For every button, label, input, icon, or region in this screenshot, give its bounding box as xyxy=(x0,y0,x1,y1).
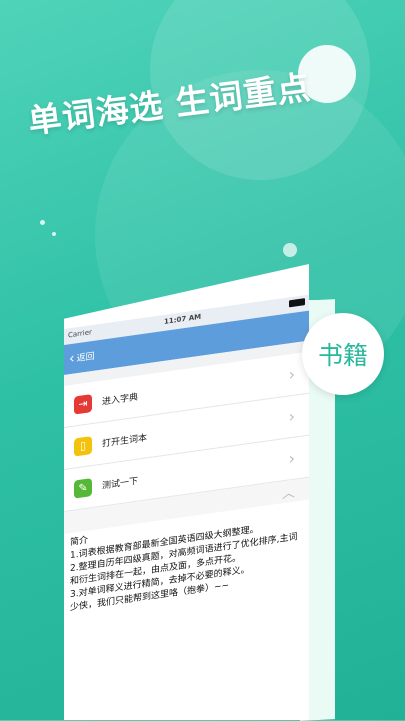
decor-dot xyxy=(52,232,56,236)
menu-list: ⇥ 进入字典 › ▯ 打开生词本 › ✎ 测试一下 › ︿ 简介 1.词表根据教… xyxy=(64,351,309,636)
book-badge: 书籍 xyxy=(302,313,384,395)
chevron-right-icon: › xyxy=(288,364,295,385)
decor-dot xyxy=(40,220,45,225)
notebook-icon: ▯ xyxy=(74,435,92,457)
decor-bubble xyxy=(283,243,297,257)
phone-screen: Carrier 11:07 AM ‹ 返回 ⇥ 进入字典 › ▯ 打开生词本 › xyxy=(64,264,309,720)
menu-item-label: 测试一下 xyxy=(102,476,139,492)
chevron-right-icon: › xyxy=(288,406,295,427)
chevron-right-icon: › xyxy=(288,448,295,469)
pencil-icon: ✎ xyxy=(74,477,92,499)
chevron-up-icon: ︿ xyxy=(281,485,295,503)
chevron-left-icon: ‹ xyxy=(69,350,75,367)
carrier-label: Carrier xyxy=(68,328,92,340)
back-label: 返回 xyxy=(76,351,95,365)
back-button[interactable]: ‹ 返回 xyxy=(69,349,95,367)
dictionary-icon: ⇥ xyxy=(74,393,92,415)
clock: 11:07 AM xyxy=(164,312,202,326)
menu-item-label: 进入字典 xyxy=(102,392,139,408)
battery-icon xyxy=(289,298,305,308)
menu-item-label: 打开生词本 xyxy=(102,433,148,450)
